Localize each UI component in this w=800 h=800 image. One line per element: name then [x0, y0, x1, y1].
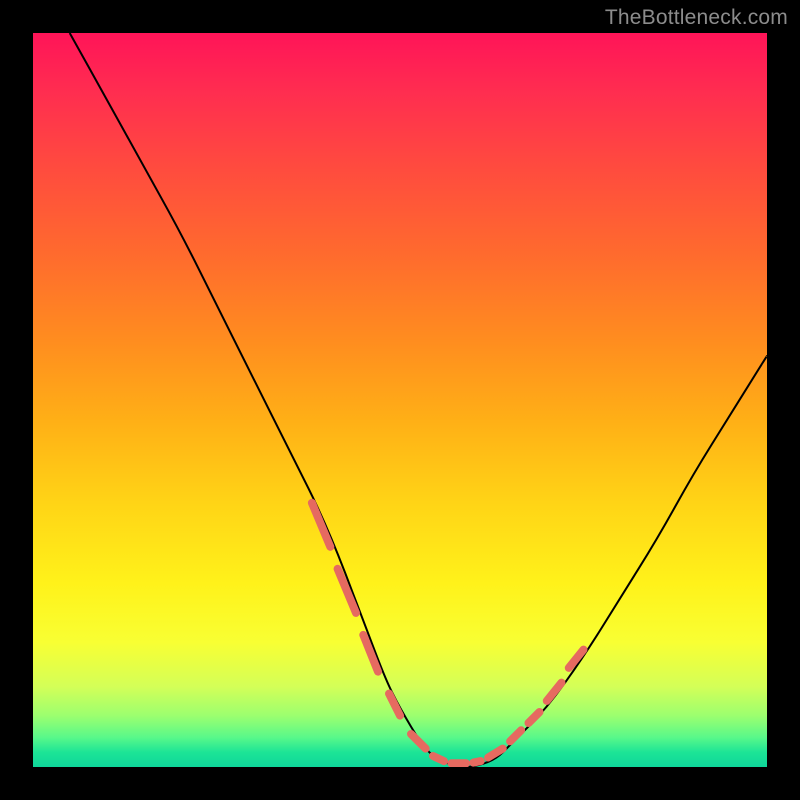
highlight-dash: [433, 756, 444, 761]
plot-area: [33, 33, 767, 767]
highlight-markers: [312, 503, 584, 764]
bottleneck-curve: [70, 33, 767, 767]
highlight-dash: [389, 694, 400, 716]
chart-frame: TheBottleneck.com: [0, 0, 800, 800]
highlight-dash: [510, 730, 521, 741]
highlight-dash: [411, 734, 426, 749]
highlight-dash: [312, 503, 330, 547]
highlight-dash: [473, 761, 480, 763]
watermark-text: TheBottleneck.com: [605, 6, 788, 30]
curve-layer: [33, 33, 767, 767]
highlight-dash: [488, 749, 503, 758]
highlight-dash: [529, 712, 540, 723]
